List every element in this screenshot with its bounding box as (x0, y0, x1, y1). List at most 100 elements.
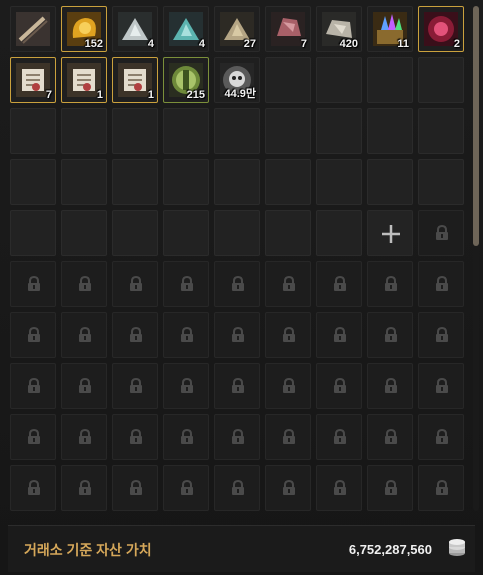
inventory-slot-locked (61, 363, 107, 409)
lock-icon (181, 378, 193, 393)
scrollbar-thumb[interactable] (473, 6, 479, 246)
inventory-slot-locked (316, 414, 362, 460)
item-quantity: 2 (453, 38, 460, 50)
lock-icon (79, 378, 91, 393)
inventory-slot-locked (163, 261, 209, 307)
inventory-slot-empty[interactable] (316, 57, 362, 103)
lock-icon (28, 378, 40, 393)
inventory-slot-empty[interactable] (265, 210, 311, 256)
inventory-slot-empty[interactable] (10, 210, 56, 256)
inventory-slot-locked (265, 363, 311, 409)
lock-icon (181, 480, 193, 495)
inventory-slot-locked (112, 414, 158, 460)
inventory-slot-empty[interactable] (418, 108, 464, 154)
inventory-slot-empty[interactable] (112, 210, 158, 256)
inventory-slot-empty[interactable] (214, 108, 260, 154)
item-quantity: 7 (45, 89, 52, 101)
inventory-slot-item[interactable]: 1 (112, 57, 158, 103)
lock-icon (181, 429, 193, 444)
lock-icon (385, 429, 397, 444)
inventory-slot-locked (367, 261, 413, 307)
inventory-slot-item[interactable]: 2 (418, 6, 464, 52)
inventory-slot-empty[interactable] (316, 210, 362, 256)
inventory-slot-empty[interactable] (418, 159, 464, 205)
inventory-slot-empty[interactable] (265, 159, 311, 205)
inventory-slot-empty[interactable] (214, 159, 260, 205)
lock-icon (232, 480, 244, 495)
inventory-slot-locked (418, 312, 464, 358)
inventory-slot-locked (265, 414, 311, 460)
inventory-slot-empty[interactable] (61, 108, 107, 154)
inventory-slot-locked (61, 261, 107, 307)
scrollbar[interactable] (473, 6, 479, 511)
inventory-slot-locked (418, 414, 464, 460)
lock-icon (436, 276, 448, 291)
inventory-slot-empty[interactable] (10, 108, 56, 154)
inventory-slot-locked (367, 312, 413, 358)
item-quantity: 152 (84, 38, 103, 50)
inventory-slot-item[interactable]: 4 (163, 6, 209, 52)
lock-icon (28, 276, 40, 291)
inventory-slot-item[interactable]: 1 (61, 57, 107, 103)
inventory-slot-locked (367, 414, 413, 460)
inventory-slot-empty[interactable] (61, 159, 107, 205)
inventory-slot-item[interactable]: 152 (61, 6, 107, 52)
inventory-slot-locked (112, 465, 158, 511)
inventory-slot-item[interactable]: 44.9만 (214, 57, 260, 103)
inventory-slot-item[interactable]: 7 (265, 6, 311, 52)
inventory-slot-empty[interactable] (112, 159, 158, 205)
lock-icon (385, 378, 397, 393)
inventory-slot-locked (214, 261, 260, 307)
inventory-slot-empty[interactable] (367, 159, 413, 205)
inventory-slot-empty[interactable] (163, 108, 209, 154)
inventory-slot-locked (112, 363, 158, 409)
inventory-slot-empty[interactable] (418, 57, 464, 103)
inventory-slot-empty[interactable] (265, 57, 311, 103)
silver-coins-icon (449, 539, 465, 556)
inventory-slot-item[interactable]: 215 (163, 57, 209, 103)
inventory-slot-locked (418, 210, 464, 256)
inventory-slot-empty[interactable] (163, 210, 209, 256)
lock-icon (232, 378, 244, 393)
item-quantity: 1 (96, 89, 103, 101)
inventory-slot-empty[interactable] (265, 108, 311, 154)
inventory-slot-locked (214, 312, 260, 358)
inventory-slot-empty[interactable] (316, 159, 362, 205)
inventory-slot-item[interactable]: 7 (10, 57, 56, 103)
inventory-slot-empty[interactable] (163, 159, 209, 205)
inventory-slot-locked (163, 414, 209, 460)
inventory-slot-item[interactable]: 4 (112, 6, 158, 52)
lock-icon (436, 480, 448, 495)
inventory-slot-empty[interactable] (367, 108, 413, 154)
inventory-slot-empty[interactable] (10, 159, 56, 205)
inventory-slot-locked (265, 465, 311, 511)
expand-inventory-button[interactable] (367, 210, 413, 256)
lock-icon (28, 429, 40, 444)
inventory-grid: 152 4 4 27 7 420 11 2 7 1 1 215 44.9만 (10, 6, 470, 511)
item-quantity: 4 (198, 38, 205, 50)
item-quantity: 420 (339, 38, 358, 50)
lock-icon (28, 327, 40, 342)
inventory-slot-item[interactable]: 11 (367, 6, 413, 52)
inventory-slot-empty[interactable] (367, 57, 413, 103)
inventory-slot-empty[interactable] (316, 108, 362, 154)
lock-icon (283, 276, 295, 291)
plus-icon (382, 225, 400, 243)
inventory-slot-empty[interactable] (61, 210, 107, 256)
inventory-slot-item[interactable] (10, 6, 56, 52)
inventory-slot-item[interactable]: 420 (316, 6, 362, 52)
lock-icon (79, 429, 91, 444)
item-quantity: 1 (147, 89, 154, 101)
inventory-slot-locked (61, 465, 107, 511)
lock-icon (130, 429, 142, 444)
lock-icon (283, 327, 295, 342)
inventory-slot-locked (316, 312, 362, 358)
inventory-slot-locked (265, 312, 311, 358)
inventory-slot-empty[interactable] (214, 210, 260, 256)
lock-icon (232, 429, 244, 444)
lock-icon (181, 276, 193, 291)
inventory-slot-empty[interactable] (112, 108, 158, 154)
inventory-slot-locked (163, 363, 209, 409)
lock-icon (436, 225, 448, 240)
inventory-slot-item[interactable]: 27 (214, 6, 260, 52)
